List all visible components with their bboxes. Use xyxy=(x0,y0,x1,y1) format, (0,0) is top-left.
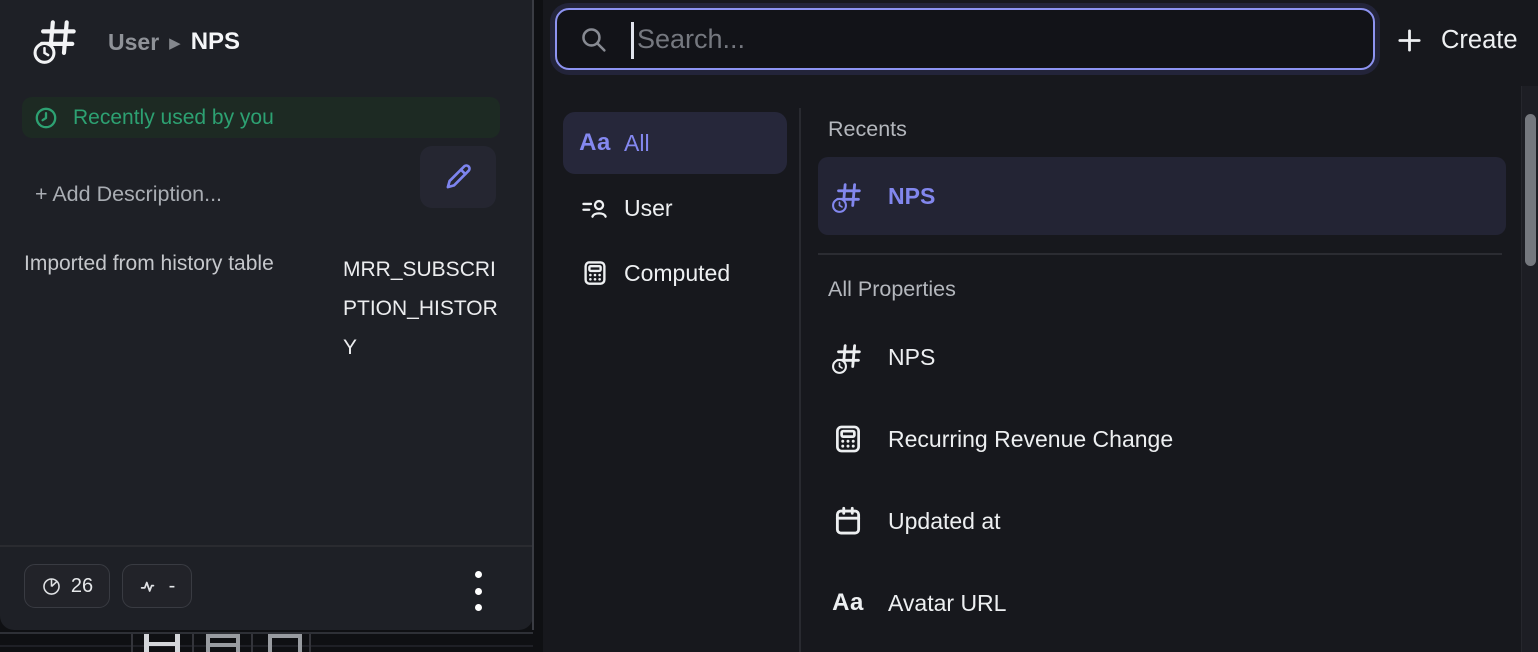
edit-button[interactable] xyxy=(420,146,496,208)
scrollbar-thumb[interactable] xyxy=(1525,114,1536,266)
divider xyxy=(192,634,194,652)
count-pill-button[interactable]: 26 xyxy=(24,564,110,608)
search-box xyxy=(555,8,1375,70)
filter-item[interactable]: User xyxy=(563,177,787,239)
hash-clock-icon xyxy=(830,339,866,375)
users-icon xyxy=(578,191,612,225)
filter-item[interactable]: Computed xyxy=(563,242,787,304)
property-detail-panel: User ▶ NPS Recently used by you + Add De… xyxy=(0,0,533,630)
divider xyxy=(0,545,533,547)
create-button[interactable]: Create xyxy=(1395,16,1538,64)
recently-used-badge: Recently used by you xyxy=(22,97,500,138)
breadcrumb: User ▶ NPS xyxy=(108,28,240,56)
property-item-label: Updated at xyxy=(888,508,1001,535)
property-item[interactable]: Updated at xyxy=(818,480,1506,562)
filter-item-label: User xyxy=(624,195,673,222)
filter-column: Aa All User Computed xyxy=(563,112,787,307)
chevron-right-icon: ▶ xyxy=(169,34,181,52)
more-options-button[interactable] xyxy=(470,571,486,611)
panel-border xyxy=(532,0,534,630)
divider xyxy=(251,634,253,652)
column-icon xyxy=(144,634,180,652)
all-properties-list: NPS Recurring Revenue Change Updated at … xyxy=(818,316,1506,644)
calculator-icon xyxy=(578,256,612,290)
hash-clock-icon xyxy=(32,14,82,64)
trend-value: - xyxy=(169,575,176,598)
results-panel: Recents NPS All Properties NPS Recurring xyxy=(818,108,1521,652)
count-value: 26 xyxy=(71,575,93,598)
property-item[interactable]: Aa Avatar URL xyxy=(818,562,1506,644)
pie-icon xyxy=(41,576,62,597)
app-root: User ▶ NPS Recently used by you + Add De… xyxy=(0,0,1538,652)
divider xyxy=(309,634,311,652)
calculator-icon xyxy=(830,421,866,457)
create-button-label: Create xyxy=(1441,26,1518,55)
pencil-icon xyxy=(442,161,474,193)
search-input[interactable] xyxy=(557,10,1373,68)
filter-item[interactable]: Aa All xyxy=(563,112,787,174)
all-properties-section-label: All Properties xyxy=(828,277,956,302)
divider xyxy=(818,253,1502,255)
background-toolbar xyxy=(0,630,533,652)
import-source-value: MRR_SUBSCRIPTION_HISTORY xyxy=(343,250,498,367)
breadcrumb-current: NPS xyxy=(191,28,240,56)
property-item[interactable]: NPS xyxy=(818,316,1506,398)
calendar-icon xyxy=(830,503,866,539)
recently-used-label: Recently used by you xyxy=(73,106,274,130)
trend-pill-button[interactable]: - xyxy=(122,564,192,608)
divider xyxy=(0,632,533,634)
breadcrumb-parent[interactable]: User xyxy=(108,29,159,56)
column-icon xyxy=(206,634,240,652)
filter-item-label: Computed xyxy=(624,260,730,287)
hash-clock-icon xyxy=(830,178,866,214)
clock-icon xyxy=(34,106,58,130)
search-overlay: Create Aa All User Computed Recents xyxy=(543,0,1538,652)
column-icon xyxy=(268,634,302,652)
scrollbar-track[interactable] xyxy=(1521,86,1538,652)
divider xyxy=(799,108,801,652)
aa-text-icon: Aa xyxy=(830,585,866,621)
filter-item-label: All xyxy=(624,130,650,157)
property-item-label: Avatar URL xyxy=(888,590,1006,617)
recent-item[interactable]: NPS xyxy=(818,157,1506,235)
recents-list: NPS xyxy=(818,157,1506,235)
recent-item-label: NPS xyxy=(888,183,935,210)
property-item[interactable]: Recurring Revenue Change xyxy=(818,398,1506,480)
recents-section-label: Recents xyxy=(828,117,907,142)
import-source-label: Imported from history table xyxy=(24,252,274,276)
property-item-label: NPS xyxy=(888,344,935,371)
plus-icon xyxy=(1395,26,1424,55)
add-description-button[interactable]: + Add Description... xyxy=(35,182,222,207)
property-item-label: Recurring Revenue Change xyxy=(888,426,1173,453)
divider xyxy=(131,634,133,652)
divider xyxy=(0,645,533,647)
aa-text-icon: Aa xyxy=(578,126,612,160)
pulse-icon xyxy=(139,576,160,597)
